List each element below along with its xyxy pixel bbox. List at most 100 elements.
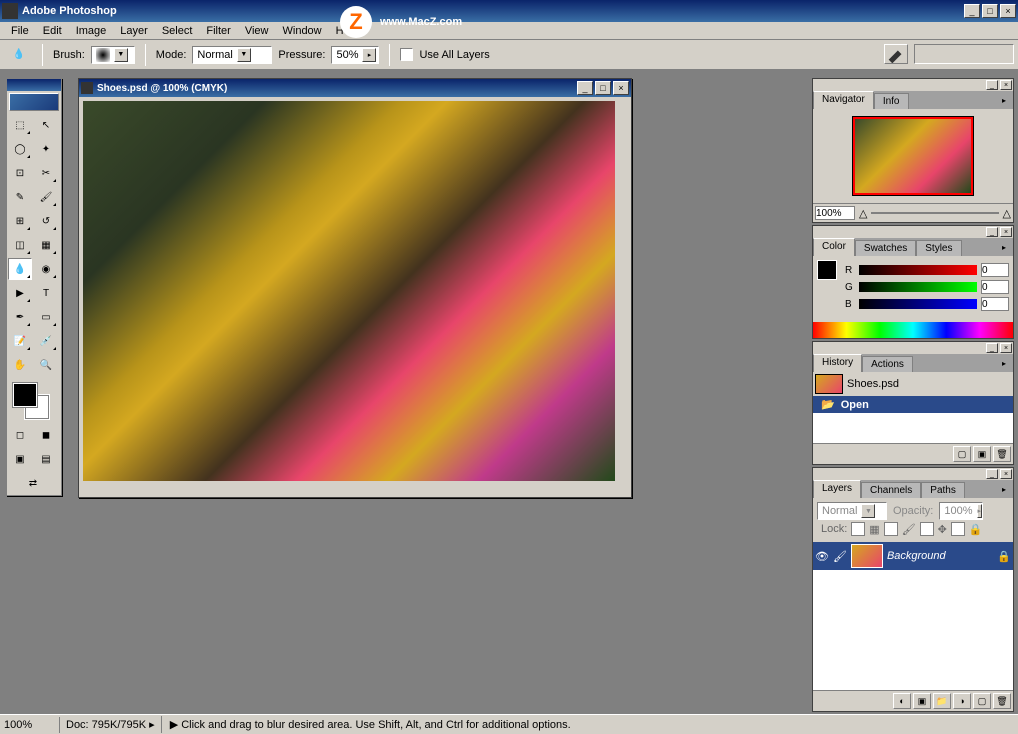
zoom-input[interactable] — [815, 206, 855, 220]
panel-close-icon[interactable]: × — [1000, 80, 1012, 90]
foreground-swatch[interactable] — [13, 383, 37, 407]
panel-header[interactable]: _× — [813, 79, 1013, 91]
panel-menu-icon[interactable]: ▸ — [997, 356, 1011, 370]
b-slider[interactable] — [859, 299, 977, 309]
quickmask-off[interactable]: ◻ — [8, 424, 32, 446]
stamp-tool[interactable]: ⊞ — [8, 210, 32, 232]
new-set-icon[interactable]: 📁 — [933, 693, 951, 709]
g-input[interactable] — [981, 280, 1009, 294]
doc-close-button[interactable]: × — [613, 81, 629, 95]
status-zoom[interactable]: 100% — [0, 717, 60, 733]
adjustment-layer-icon[interactable]: ◑ — [953, 693, 971, 709]
layer-mask-icon[interactable]: ▣ — [913, 693, 931, 709]
path-select-tool[interactable]: ▶ — [8, 282, 32, 304]
lock-transparency[interactable] — [851, 522, 865, 536]
notes-tool[interactable]: 📝 — [8, 330, 32, 352]
hand-tool[interactable]: ✋ — [8, 354, 32, 376]
pen-tool[interactable]: ✒ — [8, 306, 32, 328]
jump-to-imageready[interactable]: ⇄ — [8, 472, 58, 494]
color-fg-swatch[interactable] — [817, 260, 837, 280]
history-snapshot[interactable]: Shoes.psd — [813, 372, 1013, 396]
panel-minimize-icon[interactable]: _ — [986, 343, 998, 353]
panel-header[interactable]: _× — [813, 468, 1013, 480]
panel-minimize-icon[interactable]: _ — [986, 80, 998, 90]
move-tool[interactable]: ↖ — [34, 114, 58, 136]
history-brush-tool[interactable]: ↺ — [34, 210, 58, 232]
tab-navigator[interactable]: Navigator — [813, 91, 874, 109]
menu-image[interactable]: Image — [69, 23, 114, 39]
panel-close-icon[interactable]: × — [1000, 227, 1012, 237]
new-snapshot-icon[interactable]: ▣ — [973, 446, 991, 462]
gradient-tool[interactable]: ▦ — [34, 234, 58, 256]
tab-actions[interactable]: Actions — [862, 356, 913, 372]
tab-swatches[interactable]: Swatches — [855, 240, 916, 256]
g-slider[interactable] — [859, 282, 977, 292]
menu-layer[interactable]: Layer — [113, 23, 155, 39]
panel-menu-icon[interactable]: ▸ — [997, 93, 1011, 107]
tab-layers[interactable]: Layers — [813, 480, 861, 498]
menu-window[interactable]: Window — [276, 23, 329, 39]
new-doc-icon[interactable]: ▢ — [953, 446, 971, 462]
palette-well[interactable] — [914, 44, 1014, 64]
link-icon[interactable]: 🖌 — [833, 550, 847, 563]
trash-icon[interactable]: 🗑 — [993, 446, 1011, 462]
layer-style-icon[interactable]: ◐ — [893, 693, 911, 709]
doc-maximize-button[interactable]: □ — [595, 81, 611, 95]
screen-mode-full-menu[interactable]: ▤ — [34, 448, 58, 470]
brush-dynamics-button[interactable] — [884, 44, 908, 64]
quickmask-on[interactable]: ◼ — [34, 424, 58, 446]
lock-all[interactable] — [951, 522, 965, 536]
slice-tool[interactable]: ✂ — [34, 162, 58, 184]
use-all-layers-checkbox[interactable] — [400, 48, 413, 61]
doc-minimize-button[interactable]: _ — [577, 81, 593, 95]
navigator-thumbnail[interactable] — [853, 117, 973, 195]
tab-styles[interactable]: Styles — [916, 240, 961, 256]
panel-menu-icon[interactable]: ▸ — [997, 240, 1011, 254]
zoom-in-icon[interactable]: △ — [1003, 207, 1011, 220]
delete-layer-icon[interactable]: 🗑 — [993, 693, 1011, 709]
menu-file[interactable]: File — [4, 23, 36, 39]
airbrush-tool[interactable]: ✎ — [8, 186, 32, 208]
crop-tool[interactable]: ⊡ — [8, 162, 32, 184]
canvas[interactable] — [83, 101, 615, 481]
mode-dropdown[interactable]: Normal ▼ — [192, 46, 272, 64]
panel-minimize-icon[interactable]: _ — [986, 227, 998, 237]
close-button[interactable]: × — [1000, 4, 1016, 18]
menu-filter[interactable]: Filter — [199, 23, 237, 39]
maximize-button[interactable]: □ — [982, 4, 998, 18]
panel-header[interactable]: _× — [813, 226, 1013, 238]
wand-tool[interactable]: ✦ — [34, 138, 58, 160]
layer-background[interactable]: 👁 🖌 Background 🔒 — [813, 542, 1013, 570]
panel-header[interactable]: _× — [813, 342, 1013, 354]
blur-tool[interactable]: 💧 — [8, 258, 32, 280]
zoom-out-icon[interactable]: △ — [859, 207, 867, 220]
r-input[interactable] — [981, 263, 1009, 277]
menu-view[interactable]: View — [238, 23, 276, 39]
doc-titlebar[interactable]: Shoes.psd @ 100% (CMYK) _ □ × — [79, 79, 631, 97]
eraser-tool[interactable]: ◫ — [8, 234, 32, 256]
status-doc[interactable]: Doc: 795K/795K ▸ — [60, 716, 162, 733]
visibility-icon[interactable]: 👁 — [815, 550, 829, 563]
lock-position[interactable] — [920, 522, 934, 536]
lasso-tool[interactable]: ◯ — [8, 138, 32, 160]
tab-color[interactable]: Color — [813, 238, 855, 256]
pressure-field[interactable]: 50% ▸ — [331, 46, 379, 64]
tab-info[interactable]: Info — [874, 93, 909, 109]
tab-history[interactable]: History — [813, 354, 862, 372]
toolbox-header[interactable] — [7, 79, 61, 91]
tab-channels[interactable]: Channels — [861, 482, 921, 498]
screen-mode-standard[interactable]: ▣ — [8, 448, 32, 470]
tab-paths[interactable]: Paths — [921, 482, 965, 498]
b-input[interactable] — [981, 297, 1009, 311]
panel-close-icon[interactable]: × — [1000, 469, 1012, 479]
history-step-open[interactable]: 📂 Open — [813, 396, 1013, 413]
menu-select[interactable]: Select — [155, 23, 200, 39]
dodge-tool[interactable]: ◉ — [34, 258, 58, 280]
opacity-field[interactable]: 100%▸ — [939, 502, 983, 520]
brush-tool[interactable]: 🖌 — [34, 186, 58, 208]
r-slider[interactable] — [859, 265, 977, 275]
shape-tool[interactable]: ▭ — [34, 306, 58, 328]
menu-edit[interactable]: Edit — [36, 23, 69, 39]
zoom-tool[interactable]: 🔍 — [34, 354, 58, 376]
panel-close-icon[interactable]: × — [1000, 343, 1012, 353]
